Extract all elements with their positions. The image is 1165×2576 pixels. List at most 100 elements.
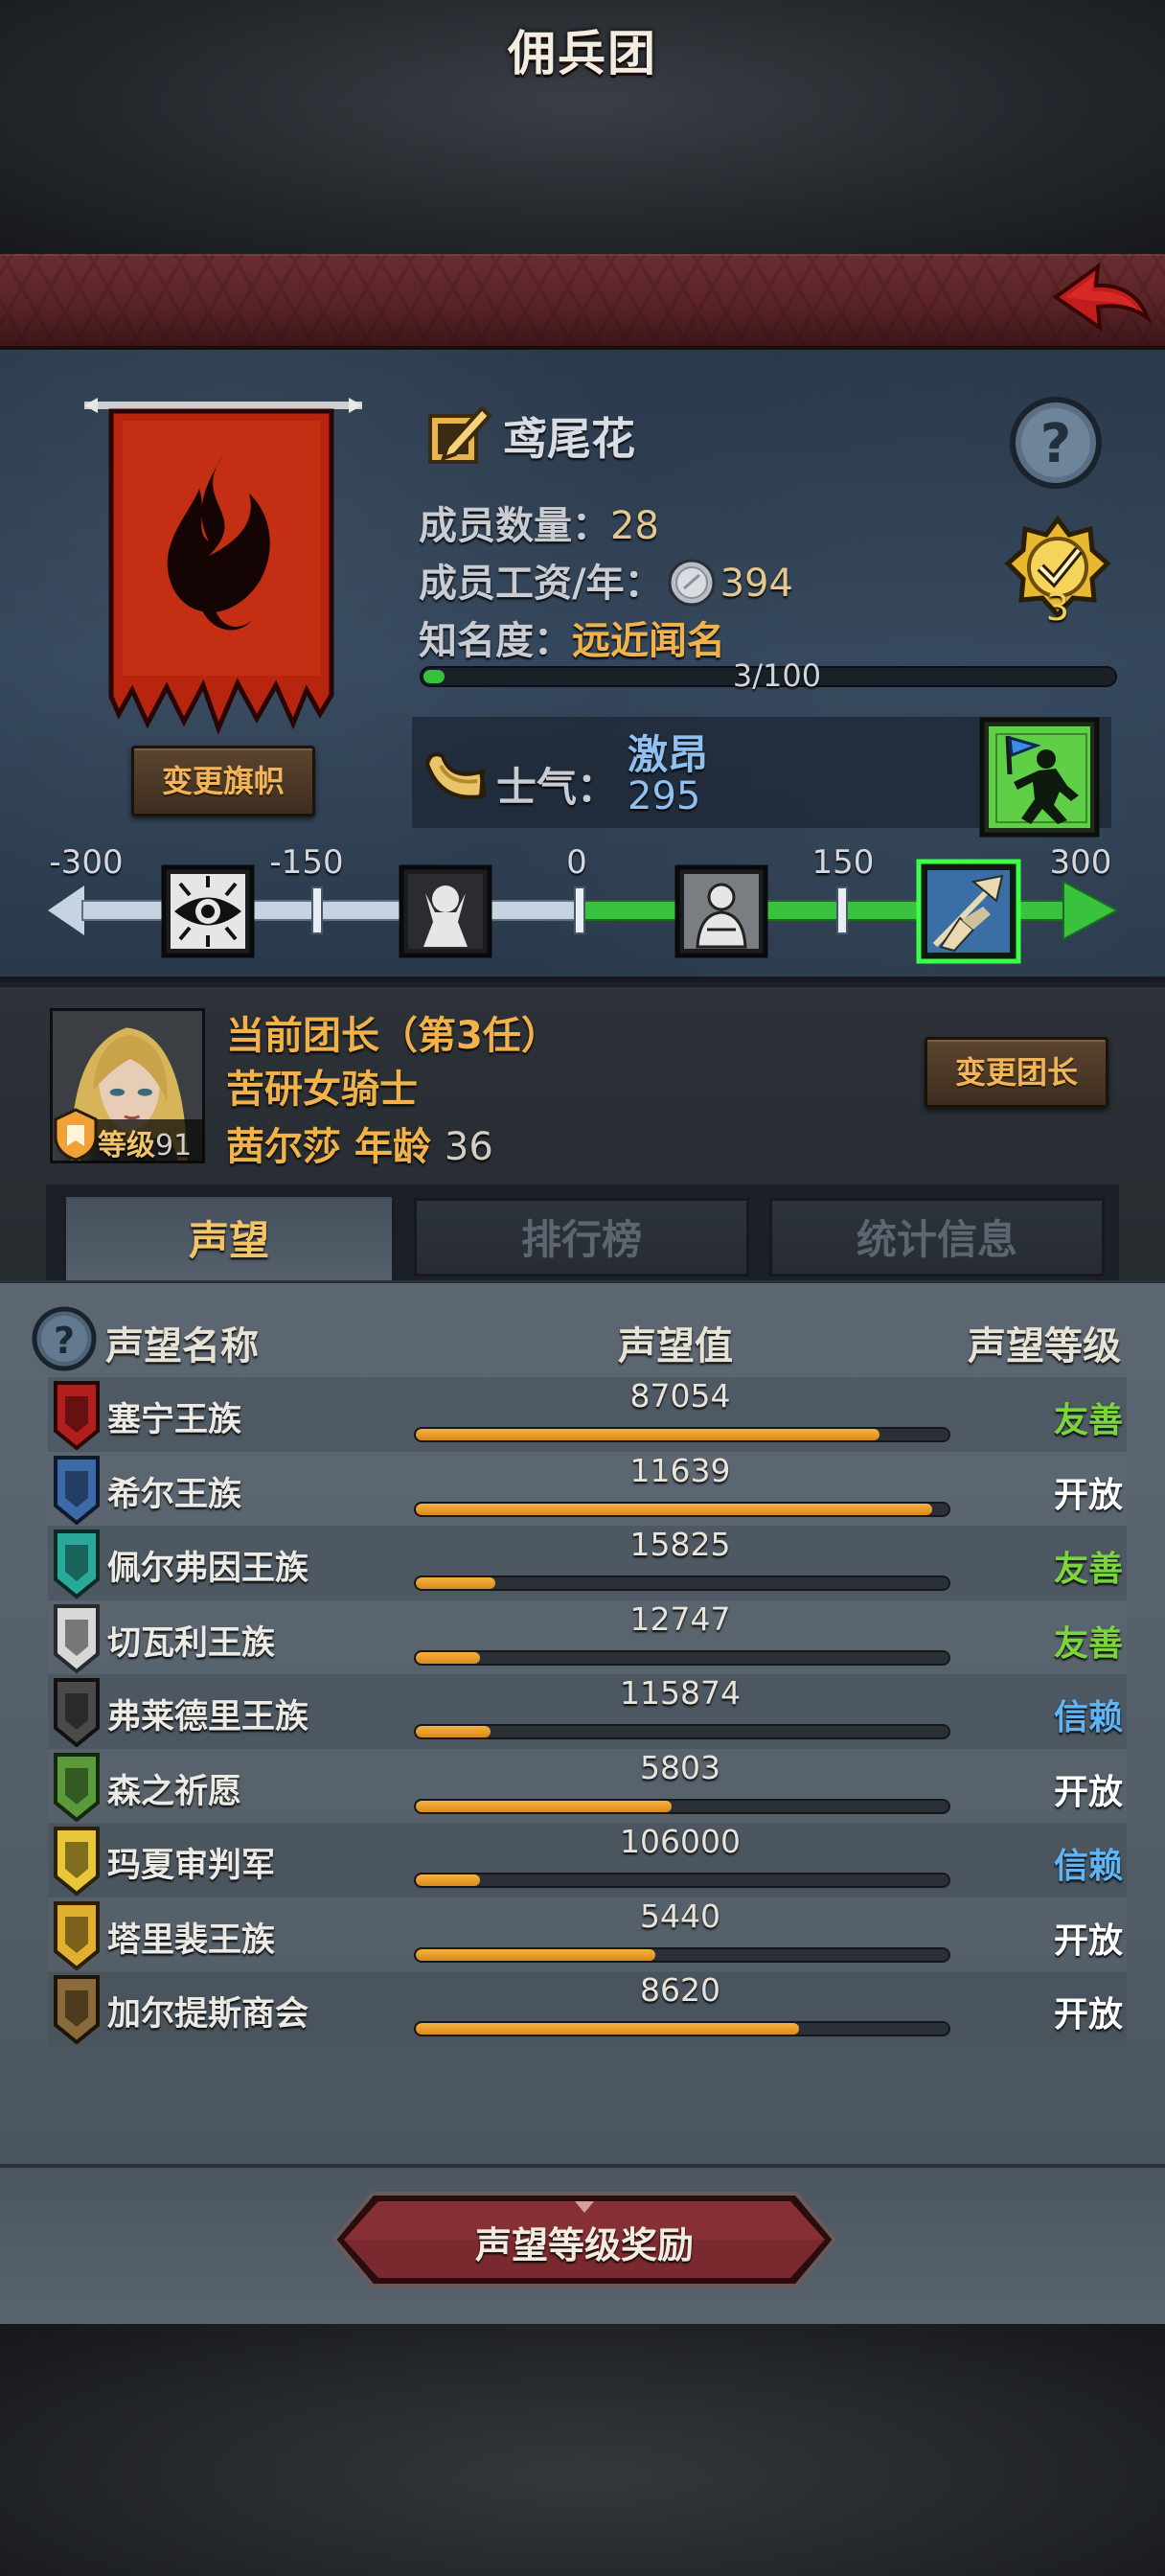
level-label: 等级 [98,1129,155,1162]
faction-name: 佩尔弗因王族 [107,1550,309,1588]
reputation-bar-fill [416,1503,933,1515]
war-horn-icon [424,752,487,799]
back-arrow-icon[interactable] [1048,259,1154,345]
crest-teal-icon [54,1530,100,1598]
morale-panic-eye-icon[interactable] [161,864,255,958]
reputation-bar [414,1946,950,1963]
change-flag-button[interactable]: 变更旗帜 [131,746,315,816]
reputation-bar-fill [416,1651,480,1664]
faction-name: 塔里裴王族 [107,1920,276,1960]
faction-name: 切瓦利王族 [107,1623,276,1663]
table-row[interactable]: 森之祈愿 5803 开放 [48,1748,1127,1824]
reputation-level: 友善 [1053,1550,1123,1589]
title-bar [0,254,1165,350]
reputation-bar [414,1724,950,1739]
crest-yellow-icon [54,1827,100,1896]
reputation-level: 信赖 [1053,1847,1123,1886]
reputation-value: 115874 [620,1674,741,1712]
svg-text:?: ? [54,1320,75,1362]
morale-calm-icon[interactable] [674,864,768,958]
reputation-level: 开放 [1053,1772,1123,1812]
table-row[interactable]: 塞宁王族 87054 友善 [48,1377,1127,1452]
wage-value: 394 [720,562,793,606]
reputation-value: 8620 [640,1971,720,2009]
morale-tick-label: 0 [566,843,587,882]
crest-blue-icon [54,1455,100,1525]
morale-despair-icon[interactable] [399,864,492,958]
reputation-value: 87054 [629,1377,731,1414]
reputation-reward-button[interactable] [331,2190,838,2289]
members-label: 成员数量： [419,504,610,548]
reputation-level: 友善 [1053,1401,1123,1440]
morale-state: 激昂 [628,731,709,778]
level-value: 91 [155,1129,193,1162]
crest-chest-icon [54,1975,100,2044]
tab-ranking[interactable]: 排行榜 [414,1198,749,1276]
leader-class: 苦研女骑士 [226,1068,418,1112]
column-header-value: 声望值 [618,1324,733,1368]
reputation-bar-fill [416,1874,480,1886]
bottom-background [0,2324,1165,2576]
reputation-value: 11639 [629,1451,731,1489]
clan-name: 鸢尾花 [503,413,635,465]
reputation-bar [414,1427,950,1442]
column-header-level: 声望等级 [968,1324,1121,1368]
table-row[interactable]: 玛夏审判军 106000 信赖 [48,1823,1127,1898]
reputation-value: 5440 [640,1897,720,1935]
svg-text:?: ? [1040,413,1071,475]
table-row[interactable]: 弗莱德里王族 115874 信赖 [48,1674,1127,1749]
members-value: 28 [610,504,659,548]
page-title: 佣兵团 [508,26,657,81]
reputation-value: 106000 [620,1823,741,1860]
faction-name: 弗莱德里王族 [107,1698,309,1736]
silver-coin-icon [668,559,716,607]
reputation-value: 15825 [629,1526,731,1563]
reputation-bar-fill [416,2023,800,2035]
column-header-name: 声望名称 [105,1324,259,1368]
table-row[interactable]: 加尔提斯商会 8620 开放 [48,1971,1127,2046]
leader-title: 当前团长（第3任） [226,1014,560,1058]
reputation-bar-fill [416,1577,496,1589]
table-row[interactable]: 希尔王族 11639 开放 [48,1451,1127,1527]
faction-name: 森之祈愿 [107,1772,242,1811]
reputation-bar-fill [416,1726,491,1737]
leader-age: 36 [444,1125,493,1169]
change-leader-button[interactable]: 变更团长 [925,1037,1108,1108]
reputation-bar [414,1649,950,1666]
reputation-value: 5803 [640,1748,720,1786]
morale-value: 295 [628,774,701,818]
faction-name: 塞宁王族 [107,1401,242,1439]
help-icon[interactable]: ? [31,1305,98,1372]
reputation-bar-fill [416,1800,672,1812]
leader-level: 等级91 [98,1121,192,1163]
crest-white-icon [54,1603,100,1673]
morale-inspired-icon[interactable] [916,859,1021,964]
edit-name-icon[interactable] [426,402,493,468]
faction-name: 希尔王族 [107,1475,242,1514]
crest-red-icon [54,1381,100,1450]
members-row: 成员数量：28 [419,494,659,550]
faction-name: 加尔提斯商会 [107,1995,309,2034]
morale-label: 士气： [496,764,618,811]
clan-banner-icon [84,398,362,735]
wage-label: 成员工资/年： [419,562,663,606]
reputation-bar [414,1576,950,1591]
wage-row: 成员工资/年： 394 [419,552,793,608]
reputation-bar [414,1798,950,1814]
help-icon[interactable]: ? [1008,395,1104,491]
morale-tick-label: -300 [49,843,124,882]
reputation-level: 开放 [1053,1995,1123,2035]
tab-statistics[interactable]: 统计信息 [769,1198,1105,1276]
morale-tick-label: 150 [811,843,875,882]
table-row[interactable]: 佩尔弗因王族 15825 友善 [48,1526,1127,1600]
reputation-level: 信赖 [1053,1698,1123,1737]
reputation-level: 开放 [1053,1475,1123,1515]
table-row[interactable]: 切瓦利王族 12747 友善 [48,1599,1127,1675]
table-row[interactable]: 塔里裴王族 5440 开放 [48,1897,1127,1972]
medal-count: 3 [1045,586,1070,629]
tab-reputation[interactable]: 声望 [63,1194,395,1286]
crest-gold-icon [54,1900,100,1970]
reputation-bar [414,1501,950,1517]
leader-name: 茜尔莎 年龄 [226,1125,431,1169]
morale-tick-label: -150 [269,843,344,882]
